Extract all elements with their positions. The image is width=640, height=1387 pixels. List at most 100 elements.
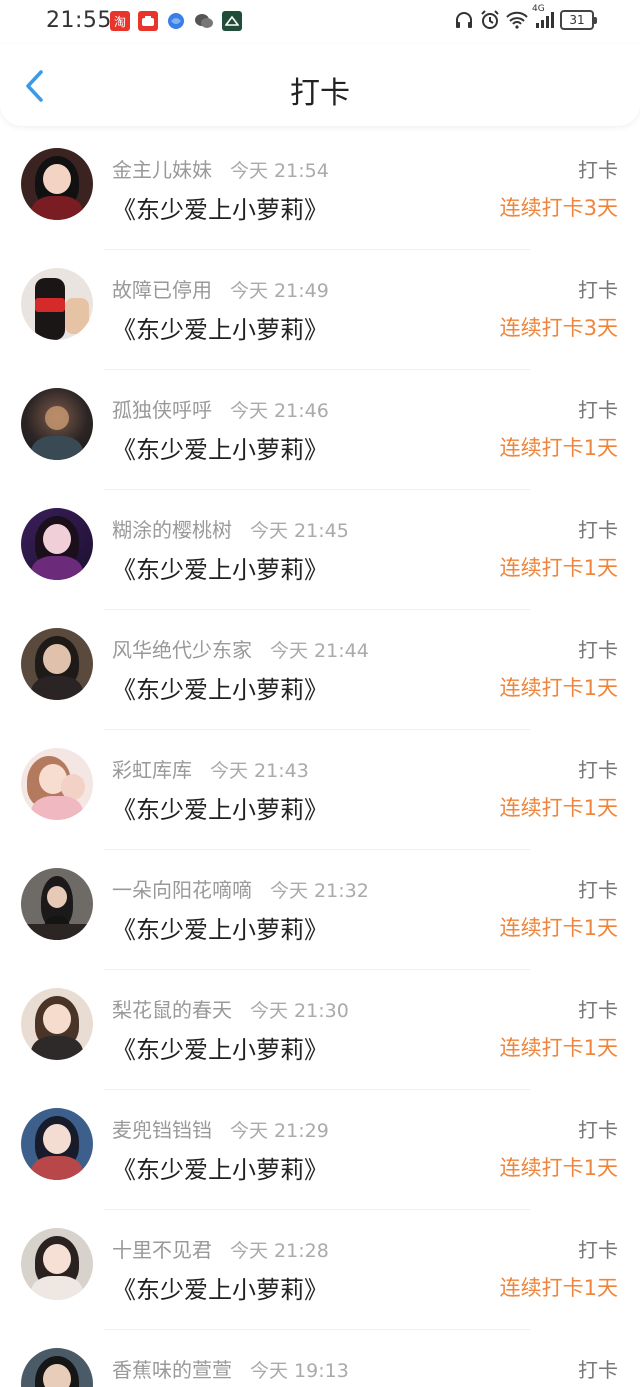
avatar[interactable] [21,628,93,700]
list-item[interactable]: 十里不见君 今天 21:28 《东少爱上小萝莉》 打卡 连续打卡1天 [0,1210,640,1330]
streak-label: 连续打卡1天 [499,556,618,580]
checkin-meta: 孤独侠呼呼 今天 21:46 [112,394,329,423]
checkin-time: 今天 19:13 [250,1360,349,1382]
streak-label: 连续打卡1天 [499,676,618,700]
list-item[interactable]: 一朵向阳花嘀嘀 今天 21:32 《东少爱上小萝莉》 打卡 连续打卡1天 [0,850,640,970]
status-bar: 21:55 淘 4G 31 [0,0,640,44]
username[interactable]: 十里不见君 [112,1234,212,1263]
checkin-time: 今天 21:44 [270,640,369,662]
nav-bar: 打卡 [0,44,640,126]
checkin-meta: 糊涂的樱桃树 今天 21:45 [112,514,349,543]
checkin-time: 今天 21:54 [230,160,329,182]
streak-label: 连续打卡1天 [499,1276,618,1300]
checkin-label: 打卡 [578,758,618,782]
checkin-meta: 十里不见君 今天 21:28 [112,1234,329,1263]
checkin-meta: 金主儿妹妹 今天 21:54 [112,154,329,183]
checkin-time: 今天 21:45 [250,520,349,542]
network-type: 4G [532,4,545,14]
checkin-time: 今天 21:49 [230,280,329,302]
list-item[interactable]: 梨花鼠的春天 今天 21:30 《东少爱上小萝莉》 打卡 连续打卡1天 [0,970,640,1090]
book-title[interactable]: 《东少爱上小萝莉》 [112,1150,328,1185]
username[interactable]: 彩虹库库 [112,754,192,783]
headphones-icon [454,10,474,30]
checkin-label: 打卡 [578,1238,618,1262]
checkin-label: 打卡 [578,518,618,542]
checkin-time: 今天 21:30 [250,1000,349,1022]
streak-label: 连续打卡1天 [499,796,618,820]
browser-icon [166,11,186,31]
page-title: 打卡 [290,76,350,111]
book-title[interactable]: 《东少爱上小萝莉》 [112,310,328,345]
username[interactable]: 麦兜铛铛铛 [112,1114,212,1143]
streak-label: 连续打卡1天 [499,436,618,460]
book-title[interactable]: 《东少爱上小萝莉》 [112,1030,328,1065]
checkin-label: 打卡 [578,878,618,902]
avatar[interactable] [21,988,93,1060]
checkin-label: 打卡 [578,398,618,422]
avatar[interactable] [21,868,93,940]
username[interactable]: 故障已停用 [112,274,212,303]
checkin-time: 今天 21:28 [230,1240,329,1262]
checkin-meta: 一朵向阳花嘀嘀 今天 21:32 [112,874,369,903]
username[interactable]: 糊涂的樱桃树 [112,514,232,543]
streak-label: 连续打卡3天 [499,196,618,220]
book-title[interactable]: 《东少爱上小萝莉》 [112,790,328,825]
list-item[interactable]: 孤独侠呼呼 今天 21:46 《东少爱上小萝莉》 打卡 连续打卡1天 [0,370,640,490]
streak-label: 连续打卡1天 [499,1036,618,1060]
streak-label: 连续打卡1天 [499,916,618,940]
avatar[interactable] [21,1348,93,1387]
battery-indicator: 31 [560,10,597,30]
checkin-label: 打卡 [578,278,618,302]
book-title[interactable]: 《东少爱上小萝莉》 [112,550,328,585]
list-item[interactable]: 香蕉味的萱萱 今天 19:13 打卡 [0,1330,640,1387]
list-item[interactable]: 风华绝代少东家 今天 21:44 《东少爱上小萝莉》 打卡 连续打卡1天 [0,610,640,730]
streak-label: 连续打卡3天 [499,316,618,340]
checkin-list: 金主儿妹妹 今天 21:54 《东少爱上小萝莉》 打卡 连续打卡3天 故障已停用… [0,130,640,1387]
username[interactable]: 风华绝代少东家 [112,634,252,663]
checkin-meta: 梨花鼠的春天 今天 21:30 [112,994,349,1023]
list-item[interactable]: 糊涂的樱桃树 今天 21:45 《东少爱上小萝莉》 打卡 连续打卡1天 [0,490,640,610]
checkin-label: 打卡 [578,998,618,1022]
avatar[interactable] [21,1228,93,1300]
checkin-meta: 香蕉味的萱萱 今天 19:13 [112,1354,349,1383]
checkin-label: 打卡 [578,1118,618,1142]
username[interactable]: 一朵向阳花嘀嘀 [112,874,252,903]
checkin-time: 今天 21:29 [230,1120,329,1142]
avatar[interactable] [21,268,93,340]
book-title[interactable]: 《东少爱上小萝莉》 [112,190,328,225]
alarm-icon [480,10,500,30]
username[interactable]: 香蕉味的萱萱 [112,1354,232,1383]
book-title[interactable]: 《东少爱上小萝莉》 [112,910,328,945]
username[interactable]: 金主儿妹妹 [112,154,212,183]
checkin-meta: 故障已停用 今天 21:49 [112,274,329,303]
list-item[interactable]: 彩虹库库 今天 21:43 《东少爱上小萝莉》 打卡 连续打卡1天 [0,730,640,850]
checkin-screen: 21:55 淘 4G 31 打卡 金主儿妹妹 今天 21:54 《东少爱上小萝莉… [0,0,640,1387]
signal-icon: 4G [532,4,554,30]
taobao-icon: 淘 [110,11,130,31]
checkin-label: 打卡 [578,158,618,182]
avatar[interactable] [21,388,93,460]
checkin-meta: 风华绝代少东家 今天 21:44 [112,634,369,663]
avatar[interactable] [21,148,93,220]
avatar[interactable] [21,1108,93,1180]
list-item[interactable]: 故障已停用 今天 21:49 《东少爱上小萝莉》 打卡 连续打卡3天 [0,250,640,370]
app-icon [222,11,242,31]
pinduoduo-icon [138,11,158,31]
username[interactable]: 孤独侠呼呼 [112,394,212,423]
checkin-label: 打卡 [578,1358,618,1382]
checkin-time: 今天 21:46 [230,400,329,422]
book-title[interactable]: 《东少爱上小萝莉》 [112,430,328,465]
checkin-meta: 彩虹库库 今天 21:43 [112,754,309,783]
book-title[interactable]: 《东少爱上小萝莉》 [112,1270,328,1305]
system-icons: 4G 31 [454,4,597,30]
avatar[interactable] [21,508,93,580]
wechat-icon [194,11,214,31]
avatar[interactable] [21,748,93,820]
list-item[interactable]: 麦兜铛铛铛 今天 21:29 《东少爱上小萝莉》 打卡 连续打卡1天 [0,1090,640,1210]
book-title[interactable]: 《东少爱上小萝莉》 [112,670,328,705]
list-item[interactable]: 金主儿妹妹 今天 21:54 《东少爱上小萝莉》 打卡 连续打卡3天 [0,130,640,250]
status-time: 21:55 [46,8,112,33]
notification-icons: 淘 [110,11,242,31]
checkin-meta: 麦兜铛铛铛 今天 21:29 [112,1114,329,1143]
username[interactable]: 梨花鼠的春天 [112,994,232,1023]
